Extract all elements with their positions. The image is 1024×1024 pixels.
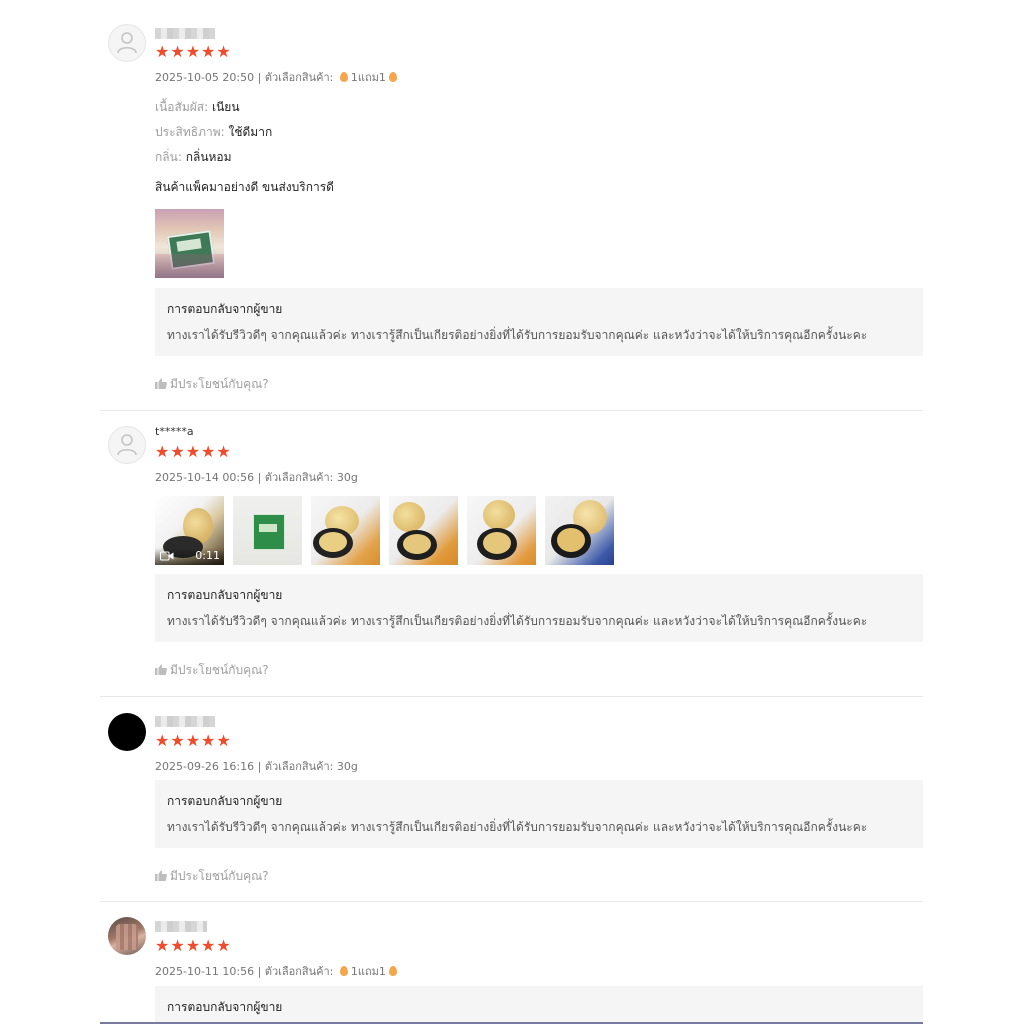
star-icon: ★ [170, 936, 185, 955]
review-date: 2025-10-11 10:56 [155, 965, 255, 978]
helpful-label: มีประโยชน์กับคุณ? [170, 869, 269, 883]
review-photo-thumbnail[interactable] [311, 496, 380, 565]
helpful-button[interactable]: มีประโยชน์กับคุณ? [155, 661, 269, 680]
reviewer-name: t*****a [155, 425, 194, 438]
variation-value: 30g [336, 760, 358, 773]
review-attribute: ประสิทธิภาพ: ใช้ดีมาก [155, 123, 272, 142]
avatar[interactable] [108, 24, 146, 62]
review-video-thumbnail[interactable]: 0:11 [155, 496, 224, 565]
reviewer-name-masked [155, 716, 215, 727]
helpful-label: มีประโยชน์กับคุณ? [170, 663, 269, 677]
variation-value: 30g [336, 471, 358, 484]
review-item: ★ ★ ★ ★ ★ 2025-09-26 16:16 | ตัวเลือกสินค้า:… [100, 696, 923, 902]
thumbs-up-icon [155, 664, 167, 675]
review-photo-thumbnail[interactable] [233, 496, 302, 565]
user-icon [117, 434, 137, 456]
review-photo-thumbnail[interactable] [467, 496, 536, 565]
star-icon: ★ [216, 731, 231, 750]
helpful-label: มีประโยชน์กับคุณ? [170, 377, 269, 391]
variation-value: 1แถม1 [350, 71, 386, 84]
review-meta: 2025-10-11 10:56 | ตัวเลือกสินค้า: 1แถม1 [155, 962, 400, 980]
review-meta: 2025-10-05 20:50 | ตัวเลือกสินค้า: 1แถม1 [155, 68, 400, 86]
review-item: t*****a ★ ★ ★ ★ ★ 2025-10-14 00:56 | ตัวเลือ… [100, 410, 923, 697]
star-icon: ★ [216, 936, 231, 955]
review-media [155, 209, 224, 278]
attribute-key: กลิ่น: [155, 150, 182, 164]
star-icon: ★ [170, 731, 185, 750]
seller-reply: การตอบกลับจากผู้ขาย ทางเราได้รับรีวิวดีๆ… [155, 288, 923, 356]
star-icon: ★ [170, 442, 185, 461]
helpful-button[interactable]: มีประโยชน์กับคุณ? [155, 375, 269, 394]
rating-stars: ★ ★ ★ ★ ★ [155, 444, 231, 460]
variation-value: 1แถม1 [350, 965, 386, 978]
variation-label: ตัวเลือกสินค้า: [264, 71, 334, 84]
seller-reply-title: การตอบกลับจากผู้ขาย [167, 588, 283, 602]
seller-reply-text: ทางเราได้รับรีวิวดีๆ จากคุณแล้วค่ะ ทางเร… [167, 614, 868, 628]
star-icon: ★ [185, 731, 201, 750]
attribute-value: เนียน [211, 100, 240, 114]
review-photo-thumbnail[interactable] [545, 496, 614, 565]
video-camera-icon [160, 551, 174, 561]
star-icon: ★ [201, 442, 216, 461]
seller-reply: การตอบกลับจากผู้ขาย [155, 986, 923, 1022]
star-icon: ★ [155, 42, 170, 61]
review-meta: 2025-09-26 16:16 | ตัวเลือกสินค้า: 30g [155, 760, 358, 773]
seller-reply-title: การตอบกลับจากผู้ขาย [167, 1000, 283, 1014]
attribute-value: กลิ่นหอม [185, 150, 232, 164]
user-icon [117, 32, 137, 54]
review-item: ★ ★ ★ ★ ★ 2025-10-05 20:50 | ตัวเลือกสินค้า:… [100, 20, 923, 411]
review-photo-thumbnail[interactable] [389, 496, 458, 565]
review-attribute: เนื้อสัมผัส: เนียน [155, 98, 240, 117]
rating-stars: ★ ★ ★ ★ ★ [155, 733, 231, 749]
avatar[interactable] [108, 917, 146, 955]
attribute-value: ใช้ดีมาก [228, 125, 273, 139]
star-icon: ★ [216, 442, 231, 461]
star-icon: ★ [155, 731, 170, 750]
attribute-key: เนื้อสัมผัส: [155, 100, 209, 114]
star-icon: ★ [155, 936, 170, 955]
review-date: 2025-09-26 16:16 [155, 760, 255, 773]
review-meta: 2025-10-14 00:56 | ตัวเลือกสินค้า: 30g [155, 471, 358, 484]
reviewer-name-masked [155, 28, 215, 39]
emoji-icon [388, 966, 397, 976]
star-icon: ★ [201, 936, 216, 955]
star-icon: ★ [216, 42, 231, 61]
star-icon: ★ [155, 442, 170, 461]
reviewer-name-masked [155, 921, 207, 932]
rating-stars: ★ ★ ★ ★ ★ [155, 44, 231, 60]
variation-label: ตัวเลือกสินค้า: [264, 760, 334, 773]
seller-reply-title: การตอบกลับจากผู้ขาย [167, 302, 283, 316]
review-date: 2025-10-14 00:56 [155, 471, 255, 484]
star-icon: ★ [185, 442, 201, 461]
star-icon: ★ [201, 42, 216, 61]
emoji-icon [339, 72, 348, 82]
variation-label: ตัวเลือกสินค้า: [264, 965, 334, 978]
review-item: ★ ★ ★ ★ ★ 2025-10-11 10:56 | ตัวเลือกสินค้า:… [100, 901, 923, 1022]
avatar[interactable] [108, 713, 146, 751]
video-duration: 0:11 [195, 549, 220, 562]
seller-reply-title: การตอบกลับจากผู้ขาย [167, 794, 283, 808]
review-media: 0:11 [155, 496, 614, 565]
review-date: 2025-10-05 20:50 [155, 71, 255, 84]
star-icon: ★ [170, 42, 185, 61]
attribute-key: ประสิทธิภาพ: [155, 125, 225, 139]
seller-reply: การตอบกลับจากผู้ขาย ทางเราได้รับรีวิวดีๆ… [155, 780, 923, 848]
variation-label: ตัวเลือกสินค้า: [264, 471, 334, 484]
seller-reply-text: ทางเราได้รับรีวิวดีๆ จากคุณแล้วค่ะ ทางเร… [167, 328, 868, 342]
review-attribute: กลิ่น: กลิ่นหอม [155, 148, 232, 167]
avatar[interactable] [108, 426, 146, 464]
seller-reply-text: ทางเราได้รับรีวิวดีๆ จากคุณแล้วค่ะ ทางเร… [167, 820, 868, 834]
star-icon: ★ [201, 731, 216, 750]
review-photo-thumbnail[interactable] [155, 209, 224, 278]
thumbs-up-icon [155, 870, 167, 881]
rating-stars: ★ ★ ★ ★ ★ [155, 938, 231, 954]
emoji-icon [339, 966, 348, 976]
star-icon: ★ [185, 936, 201, 955]
thumbs-up-icon [155, 378, 167, 389]
helpful-button[interactable]: มีประโยชน์กับคุณ? [155, 867, 269, 886]
seller-reply: การตอบกลับจากผู้ขาย ทางเราได้รับรีวิวดีๆ… [155, 574, 923, 642]
star-icon: ★ [185, 42, 201, 61]
review-comment: สินค้าแพ็คมาอย่างดี ขนส่งบริการดี [155, 180, 334, 194]
emoji-icon [388, 72, 397, 82]
